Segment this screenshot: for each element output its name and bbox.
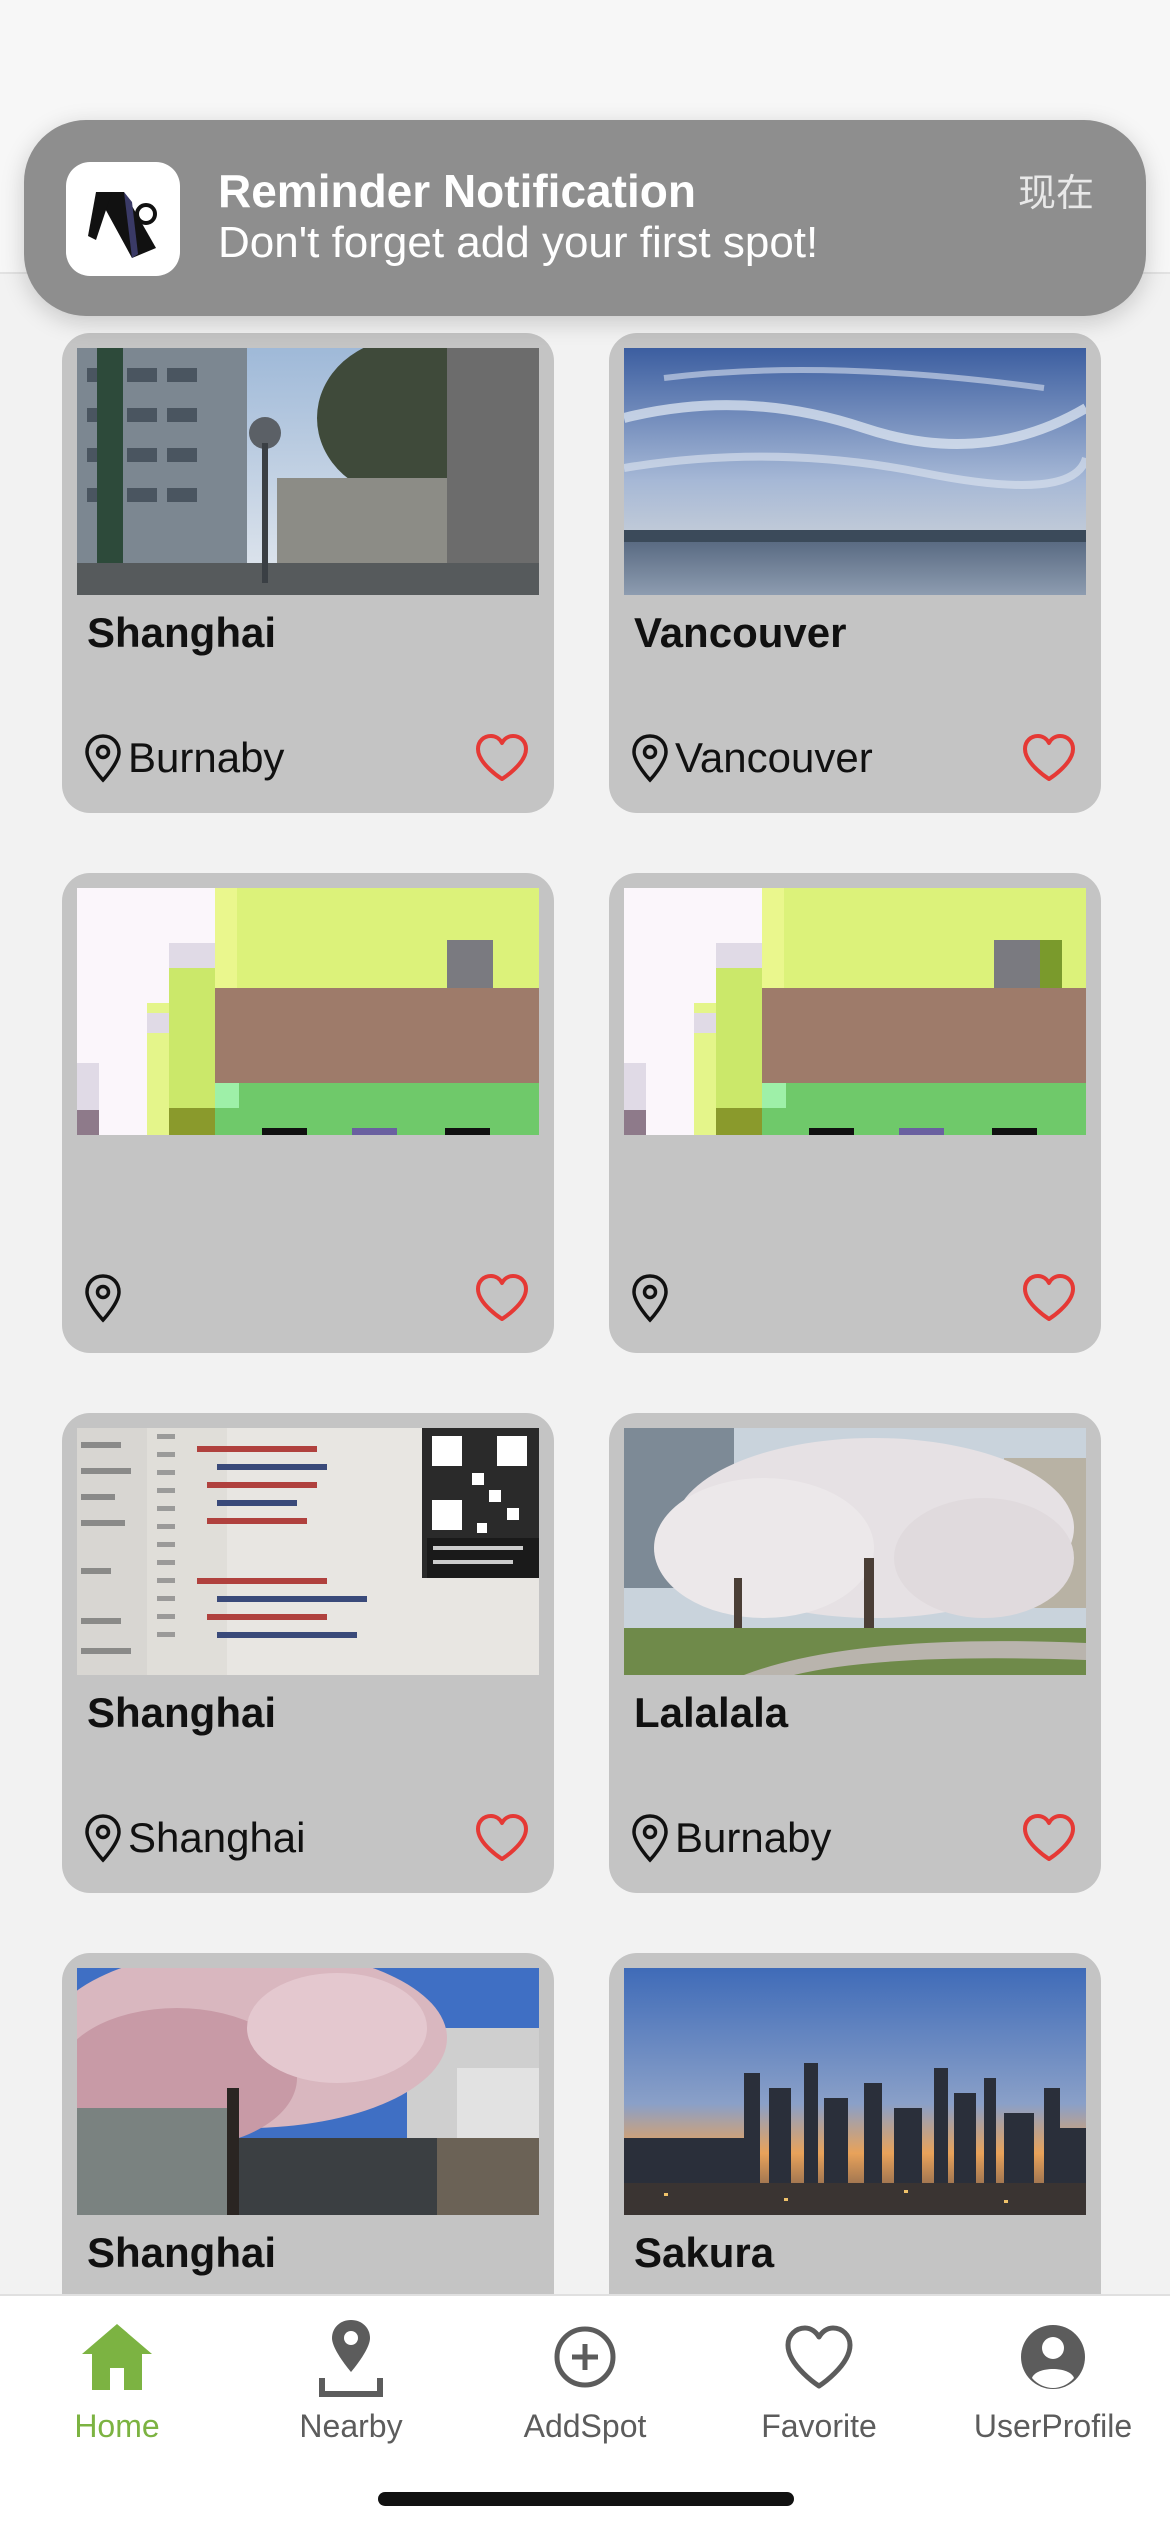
spot-location <box>631 1273 675 1323</box>
home-icon <box>82 2324 152 2390</box>
tab-label: AddSpot <box>523 2408 647 2444</box>
spot-location: Burnaby <box>631 1813 831 1863</box>
spot-photo <box>624 1968 1086 2215</box>
spot-photo <box>624 1428 1086 1675</box>
app-logo-icon <box>66 162 180 276</box>
spot-location-label: Vancouver <box>675 734 873 781</box>
spot-location-label: Burnaby <box>675 1814 832 1861</box>
tab-addspot[interactable]: AddSpot <box>468 2314 702 2445</box>
spot-card[interactable] <box>62 873 554 1353</box>
tab-home[interactable]: Home <box>0 2314 234 2445</box>
spot-location: Shanghai <box>84 1813 306 1863</box>
spot-photo <box>624 888 1086 1135</box>
spot-card[interactable]: Shanghai Shanghai <box>62 1413 554 1893</box>
spot-card[interactable]: Shanghai Burnaby <box>62 333 554 813</box>
user-circle-icon <box>1021 2325 1085 2389</box>
tab-label: Favorite <box>761 2408 877 2444</box>
spot-card[interactable]: Vancouver Vancouver <box>609 333 1101 813</box>
location-pin-icon <box>85 734 121 783</box>
tab-label: Nearby <box>299 2408 403 2444</box>
location-pin-icon <box>632 734 668 783</box>
spot-title: Shanghai <box>87 2229 277 2276</box>
spot-title: Shanghai <box>87 609 277 656</box>
spot-location-label: Shanghai <box>128 1814 306 1861</box>
tab-favorite[interactable]: Favorite <box>702 2314 936 2445</box>
favorite-heart-icon[interactable] <box>474 733 530 783</box>
notification-title: Reminder Notification <box>218 165 696 217</box>
spot-title: Sakura <box>634 2229 775 2276</box>
notification-body: Don't forget add your first spot! <box>218 218 819 267</box>
spot-photo <box>624 348 1086 595</box>
spot-photo <box>77 1968 539 2215</box>
spot-title: Lalalala <box>634 1689 789 1736</box>
spot-photo <box>77 348 539 595</box>
location-pin-icon <box>85 1274 121 1323</box>
tab-label: UserProfile <box>973 2408 1133 2444</box>
spot-photo <box>77 1428 539 1675</box>
favorite-heart-icon[interactable] <box>474 1273 530 1323</box>
tab-label: Home <box>74 2408 160 2444</box>
spot-location <box>84 1273 128 1323</box>
location-pin-icon <box>85 1814 121 1863</box>
spot-photo <box>77 888 539 1135</box>
spot-location: Vancouver <box>631 733 873 783</box>
favorite-heart-icon[interactable] <box>1021 1813 1077 1863</box>
home-indicator <box>378 2492 794 2506</box>
notification-time: 现在 <box>1017 173 1094 215</box>
heart-icon <box>785 2325 853 2389</box>
reminder-notification-banner[interactable]: Reminder Notification Don't forget add y… <box>24 120 1146 316</box>
location-pin-icon <box>632 1274 668 1323</box>
spot-location-label: Burnaby <box>128 734 285 781</box>
favorite-heart-icon[interactable] <box>1021 733 1077 783</box>
spot-location: Burnaby <box>84 733 284 783</box>
map-pin-icon <box>319 2320 383 2397</box>
tab-userprofile[interactable]: UserProfile <box>936 2314 1170 2445</box>
plus-circle-icon <box>554 2326 616 2388</box>
favorite-heart-icon[interactable] <box>1021 1273 1077 1323</box>
tab-nearby[interactable]: Nearby <box>234 2314 468 2445</box>
location-pin-icon <box>632 1814 668 1863</box>
favorite-heart-icon[interactable] <box>474 1813 530 1863</box>
spot-title: Vancouver <box>634 609 847 656</box>
spot-card[interactable] <box>609 873 1101 1353</box>
spot-card[interactable]: Lalalala Burnaby <box>609 1413 1101 1893</box>
spot-title: Shanghai <box>87 1689 277 1736</box>
